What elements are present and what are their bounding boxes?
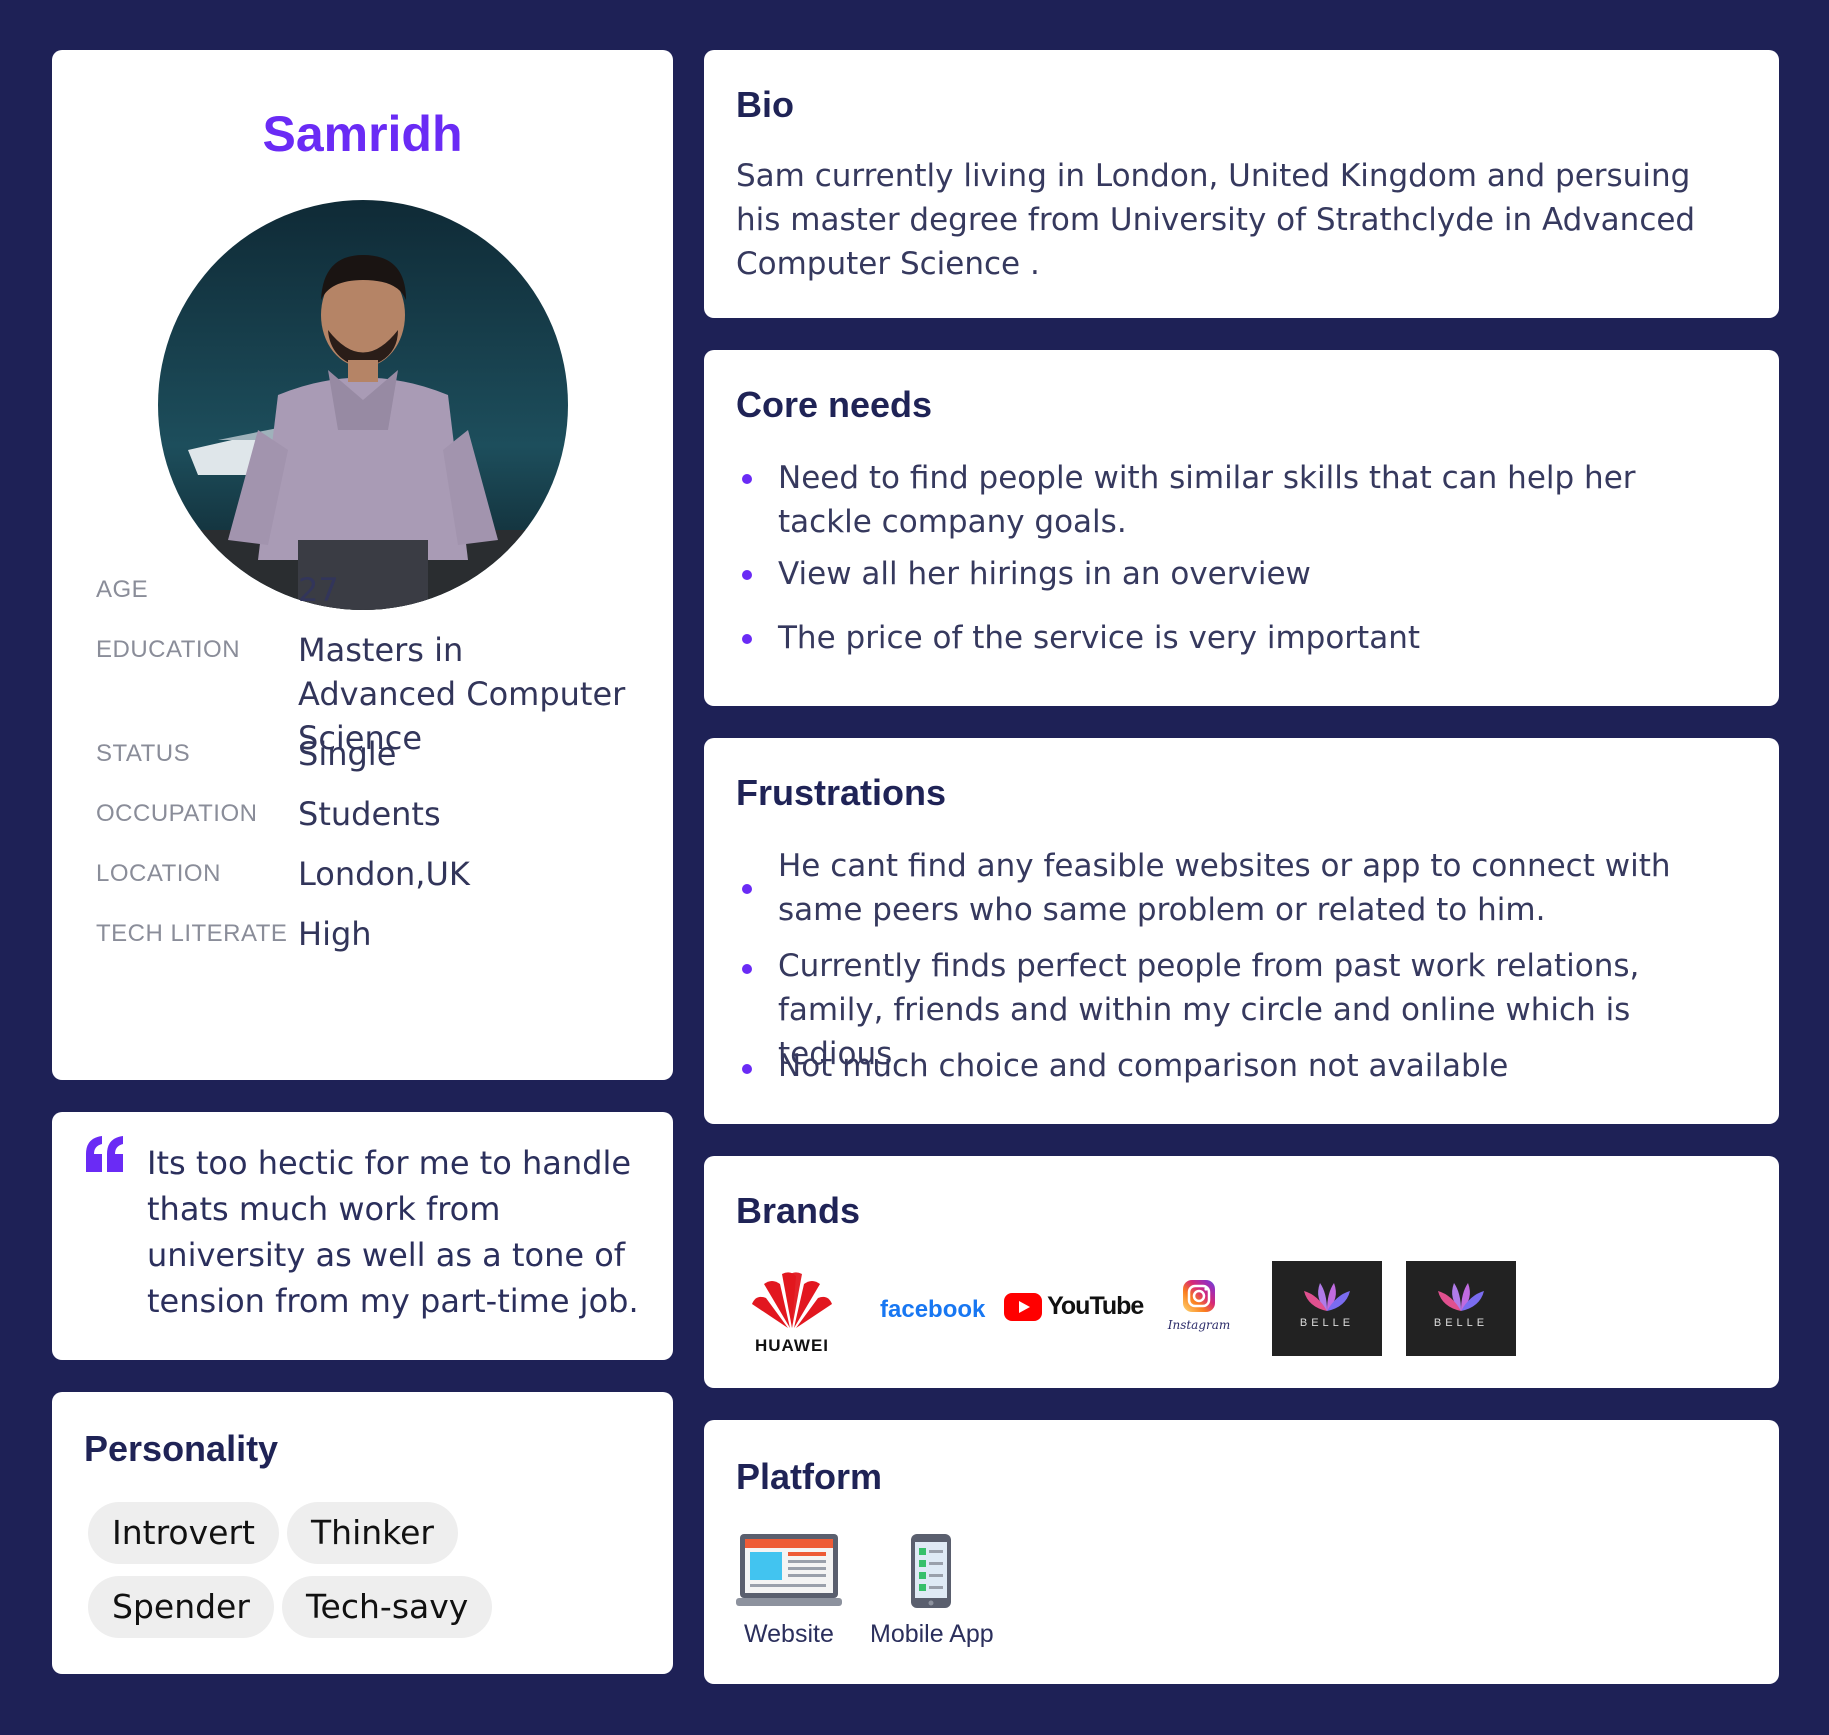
- info-label: OCCUPATION: [96, 800, 258, 827]
- personality-tag: Introvert: [88, 1502, 279, 1564]
- facebook-logo-text: facebook: [880, 1296, 986, 1323]
- bio-title: Bio: [736, 84, 794, 125]
- platform-title: Platform: [736, 1456, 883, 1497]
- bullet-icon: [742, 634, 752, 644]
- instagram-logo-text: Instagram: [1167, 1318, 1231, 1332]
- info-label: LOCATION: [96, 860, 221, 887]
- laptop-icon: [736, 1534, 842, 1606]
- personality-tag: Spender: [88, 1576, 274, 1638]
- info-label: EDUCATION: [96, 636, 241, 663]
- platform-card: Platform Website Mobile App: [704, 1420, 1779, 1684]
- brands-card: Brands HUAWEI facebook YouTube Instagram…: [704, 1156, 1779, 1388]
- lotus-icon: [1438, 1283, 1484, 1311]
- info-label: STATUS: [96, 740, 191, 767]
- quote-icon: [86, 1136, 123, 1172]
- platform-label: Mobile App: [870, 1620, 994, 1648]
- frustrations-title: Frustrations: [736, 772, 947, 813]
- personality-tag: Tech-savy: [282, 1576, 493, 1638]
- core-need-item: The price of the service is very importa…: [778, 620, 1421, 656]
- profile-card: Samridh AGE 27 EDUCATION Masters in Adva…: [52, 50, 673, 1080]
- instagram-logo: Instagram: [1164, 1278, 1234, 1332]
- youtube-logo-text: YouTube: [1047, 1292, 1144, 1320]
- core-needs-title: Core needs: [736, 384, 933, 425]
- belle-logo-text: BELLE: [1299, 1317, 1355, 1329]
- personality-tag: Thinker: [287, 1502, 458, 1564]
- quote-card: Its too hectic for me to handle thats mu…: [52, 1112, 673, 1360]
- core-needs-card: Core needs Need to find people with simi…: [704, 350, 1779, 706]
- belle-logo: BELLE: [1272, 1261, 1382, 1356]
- quote-text: Its too hectic for me to handle thats mu…: [147, 1144, 639, 1320]
- youtube-logo: YouTube: [1004, 1292, 1144, 1321]
- bullet-icon: [742, 1064, 752, 1074]
- info-value: 27: [298, 571, 339, 609]
- bullet-icon: [742, 884, 752, 894]
- instagram-icon: [1183, 1280, 1215, 1312]
- mobile-phone-icon: [911, 1534, 951, 1608]
- avatar: [158, 200, 568, 610]
- belle-logo: BELLE: [1406, 1261, 1516, 1356]
- info-value: Students: [298, 795, 441, 833]
- core-need-item: View all her hirings in an overview: [778, 556, 1311, 592]
- info-label: TECH LITERATE: [96, 920, 288, 947]
- youtube-play-icon: [1004, 1292, 1042, 1321]
- personality-card: Personality Introvert Thinker Spender Te…: [52, 1392, 673, 1674]
- bullet-icon: [742, 474, 752, 484]
- huawei-logo-text: HUAWEI: [755, 1336, 829, 1355]
- platform-label: Website: [744, 1620, 834, 1648]
- info-value: Single: [298, 735, 397, 773]
- info-label: AGE: [96, 576, 149, 603]
- belle-logo-text: BELLE: [1433, 1317, 1489, 1329]
- frustrations-card: Frustrations He cant find any feasible w…: [704, 738, 1779, 1124]
- bullet-icon: [742, 964, 752, 974]
- personality-title: Personality: [84, 1428, 279, 1469]
- huawei-icon: [752, 1272, 832, 1328]
- bio-card: Bio Sam currently living in London, Unit…: [704, 50, 1779, 318]
- info-value: High: [298, 915, 372, 953]
- lotus-icon: [1304, 1283, 1350, 1311]
- brands-title: Brands: [736, 1190, 861, 1231]
- persona-name: Samridh: [262, 106, 463, 162]
- facebook-logo: facebook: [880, 1296, 985, 1324]
- bullet-icon: [742, 570, 752, 580]
- frustration-item: He cant find any feasible websites or ap…: [778, 848, 1671, 928]
- bio-text: Sam currently living in London, United K…: [736, 158, 1696, 282]
- frustration-item: Not much choice and comparison not avail…: [778, 1048, 1509, 1084]
- info-value: London,UK: [298, 855, 470, 893]
- huawei-logo: HUAWEI: [750, 1268, 834, 1358]
- core-need-item: Need to find people with similar skills …: [778, 460, 1636, 540]
- avatar-photo: [158, 200, 568, 610]
